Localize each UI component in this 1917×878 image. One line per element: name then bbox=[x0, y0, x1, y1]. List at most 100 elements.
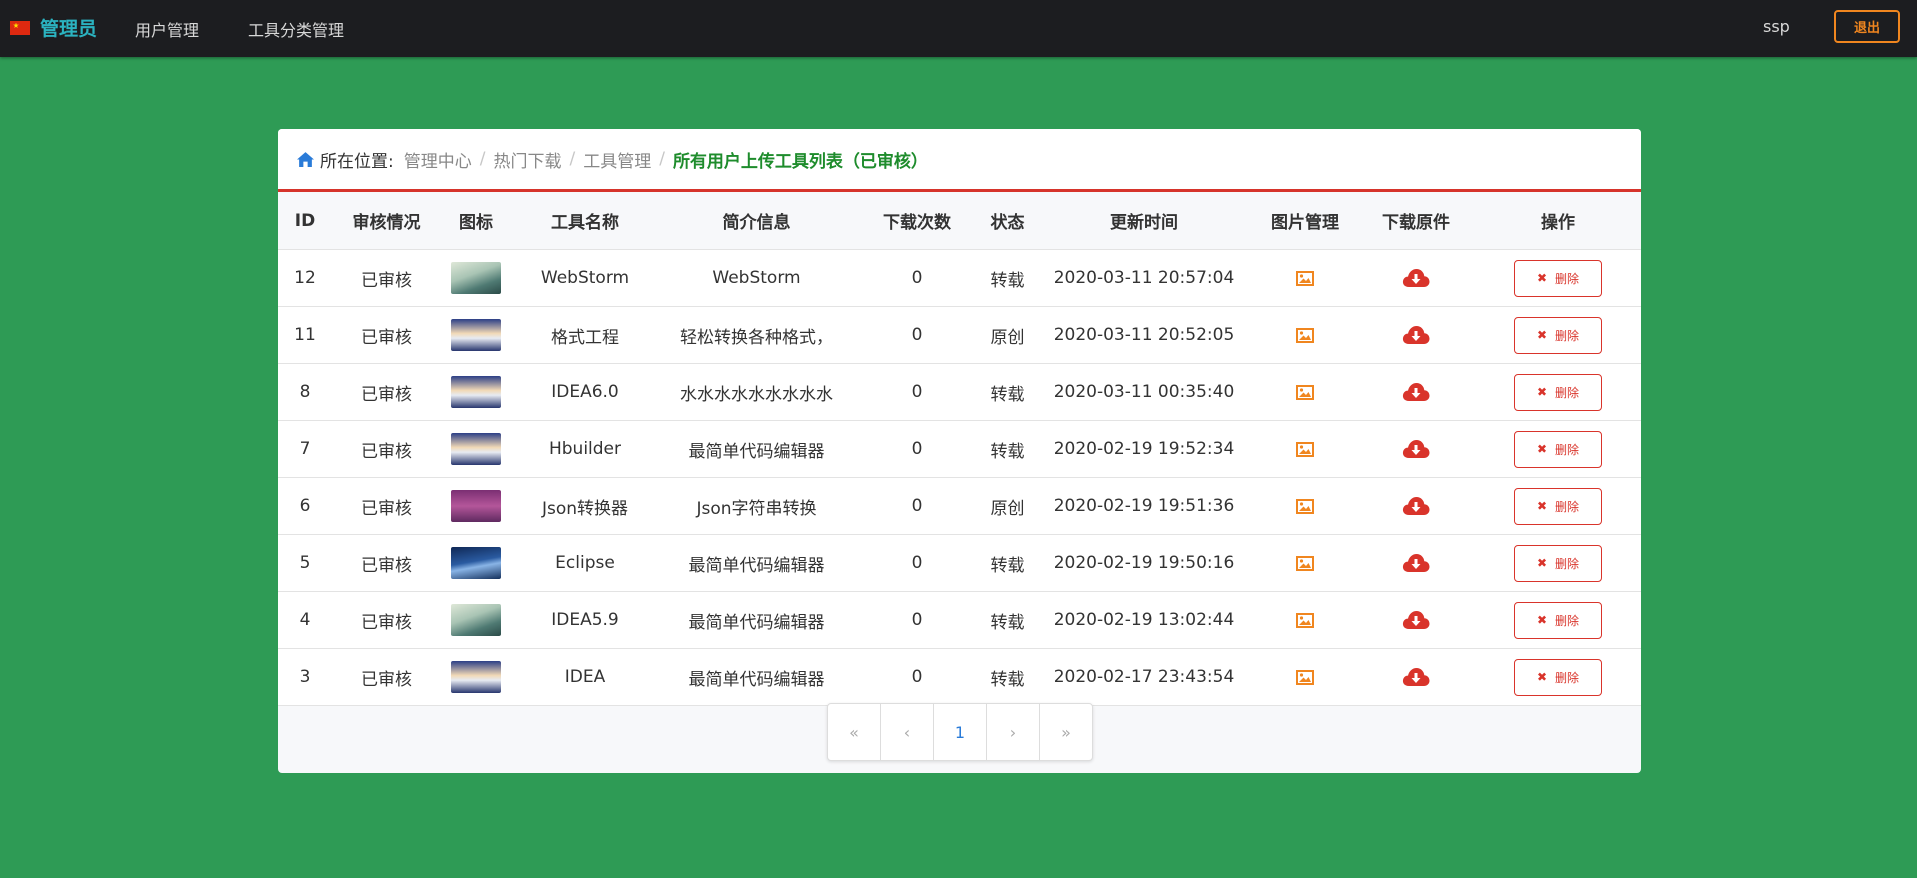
table-header-row: ID 审核情况 图标 工具名称 简介信息 下载次数 状态 更新时间 图片管理 下… bbox=[278, 192, 1641, 250]
image-icon[interactable] bbox=[1296, 327, 1314, 343]
pagination-page-current[interactable]: 1 bbox=[934, 704, 987, 760]
cell-actions: ✖ 删除 bbox=[1475, 249, 1641, 307]
col-header-description: 简介信息 bbox=[659, 192, 854, 250]
delete-button[interactable]: ✖ 删除 bbox=[1514, 430, 1602, 468]
breadcrumb: 所在位置: 管理中心 / 热门下载 / 工具管理 / 所有用户上传工具列表（已审… bbox=[278, 129, 1641, 192]
delete-button[interactable]: ✖ 删除 bbox=[1514, 373, 1602, 411]
cell-audit: 已审核 bbox=[332, 477, 441, 535]
cell-download-original bbox=[1357, 534, 1475, 592]
close-icon: ✖ bbox=[1536, 442, 1548, 456]
breadcrumb-item-tool-management[interactable]: 工具管理 bbox=[583, 147, 651, 172]
brand[interactable]: 管理员 bbox=[10, 14, 97, 41]
cell-actions: ✖ 删除 bbox=[1475, 648, 1641, 706]
tool-thumbnail[interactable] bbox=[451, 604, 501, 636]
close-icon: ✖ bbox=[1536, 556, 1548, 570]
cell-actions: ✖ 删除 bbox=[1475, 534, 1641, 592]
pagination-prev[interactable]: ‹ bbox=[881, 704, 934, 760]
cell-updated: 2020-02-19 19:51:36 bbox=[1035, 477, 1253, 535]
cell-audit: 已审核 bbox=[332, 363, 441, 421]
col-header-tool-name: 工具名称 bbox=[511, 192, 659, 250]
image-icon[interactable] bbox=[1296, 612, 1314, 628]
tools-table: ID 审核情况 图标 工具名称 简介信息 下载次数 状态 更新时间 图片管理 下… bbox=[278, 192, 1641, 706]
cell-icon bbox=[441, 306, 511, 364]
cell-actions: ✖ 删除 bbox=[1475, 420, 1641, 478]
table-row: 12 已审核 WebStorm WebStorm 0 转载 2020-03-11 20:57… bbox=[278, 249, 1641, 307]
tool-thumbnail[interactable] bbox=[451, 490, 501, 522]
nav-user-management[interactable]: 用户管理 bbox=[135, 17, 199, 41]
cell-icon bbox=[441, 591, 511, 649]
tool-thumbnail[interactable] bbox=[451, 547, 501, 579]
cell-tool-name: IDEA6.0 bbox=[511, 363, 659, 421]
cell-image-management bbox=[1253, 477, 1357, 535]
cloud-download-icon[interactable] bbox=[1402, 496, 1430, 516]
cloud-download-icon[interactable] bbox=[1402, 325, 1430, 345]
cloud-download-icon[interactable] bbox=[1402, 667, 1430, 687]
cloud-download-icon[interactable] bbox=[1402, 439, 1430, 459]
cell-image-management bbox=[1253, 363, 1357, 421]
cell-audit: 已审核 bbox=[332, 420, 441, 478]
cell-tool-name: IDEA bbox=[511, 648, 659, 706]
delete-button[interactable]: ✖ 删除 bbox=[1514, 316, 1602, 354]
breadcrumb-separator: / bbox=[569, 149, 576, 169]
top-navbar: 管理员 用户管理 工具分类管理 ssp 退出 bbox=[0, 0, 1917, 57]
cell-description: 轻松转换各种格式， bbox=[659, 306, 854, 364]
cloud-download-icon[interactable] bbox=[1402, 382, 1430, 402]
cell-download-original bbox=[1357, 591, 1475, 649]
tools-panel: 所在位置: 管理中心 / 热门下载 / 工具管理 / 所有用户上传工具列表（已审… bbox=[278, 129, 1641, 773]
pagination-next[interactable]: › bbox=[987, 704, 1040, 760]
breadcrumb-item-hot-downloads[interactable]: 热门下载 bbox=[493, 147, 561, 172]
cell-download-original bbox=[1357, 363, 1475, 421]
cell-description: 最简单代码编辑器 bbox=[659, 648, 854, 706]
cell-tool-name: Eclipse bbox=[511, 534, 659, 592]
image-icon[interactable] bbox=[1296, 270, 1314, 286]
image-icon[interactable] bbox=[1296, 384, 1314, 400]
cloud-download-icon[interactable] bbox=[1402, 268, 1430, 288]
col-header-updated: 更新时间 bbox=[1035, 192, 1253, 250]
cell-tool-name: Json转换器 bbox=[511, 477, 659, 535]
delete-button[interactable]: ✖ 删除 bbox=[1514, 487, 1602, 525]
col-header-id: ID bbox=[278, 192, 332, 250]
image-icon[interactable] bbox=[1296, 498, 1314, 514]
cell-image-management bbox=[1253, 534, 1357, 592]
delete-button[interactable]: ✖ 删除 bbox=[1514, 601, 1602, 639]
cell-updated: 2020-02-19 19:52:34 bbox=[1035, 420, 1253, 478]
cell-icon bbox=[441, 363, 511, 421]
delete-button[interactable]: ✖ 删除 bbox=[1514, 259, 1602, 297]
cell-downloads: 0 bbox=[854, 420, 980, 478]
cell-updated: 2020-02-19 19:50:16 bbox=[1035, 534, 1253, 592]
cell-downloads: 0 bbox=[854, 648, 980, 706]
delete-button[interactable]: ✖ 删除 bbox=[1514, 658, 1602, 696]
cloud-download-icon[interactable] bbox=[1402, 610, 1430, 630]
cell-image-management bbox=[1253, 420, 1357, 478]
image-icon[interactable] bbox=[1296, 669, 1314, 685]
cell-icon bbox=[441, 648, 511, 706]
col-header-audit: 审核情况 bbox=[332, 192, 441, 250]
cell-description: WebStorm bbox=[659, 249, 854, 307]
cell-download-original bbox=[1357, 477, 1475, 535]
breadcrumb-item-admin-center[interactable]: 管理中心 bbox=[404, 147, 472, 172]
delete-button[interactable]: ✖ 删除 bbox=[1514, 544, 1602, 582]
cell-download-original bbox=[1357, 249, 1475, 307]
table-row: 11 已审核 格式工程 轻松转换各种格式， 0 原创 2020-03-11 20:52:05… bbox=[278, 306, 1641, 364]
logout-button[interactable]: 退出 bbox=[1834, 10, 1900, 43]
tool-thumbnail[interactable] bbox=[451, 319, 501, 351]
tool-thumbnail[interactable] bbox=[451, 376, 501, 408]
table-row: 8 已审核 IDEA6.0 水水水水水水水水水 0 转载 2020-03-11 00:35:… bbox=[278, 363, 1641, 421]
cell-image-management bbox=[1253, 648, 1357, 706]
cell-status: 原创 bbox=[980, 477, 1035, 535]
cloud-download-icon[interactable] bbox=[1402, 553, 1430, 573]
image-icon[interactable] bbox=[1296, 441, 1314, 457]
tool-thumbnail[interactable] bbox=[451, 262, 501, 294]
image-icon[interactable] bbox=[1296, 555, 1314, 571]
cell-updated: 2020-02-17 23:43:54 bbox=[1035, 648, 1253, 706]
nav-tool-category-management[interactable]: 工具分类管理 bbox=[248, 17, 344, 41]
pagination-first[interactable]: « bbox=[828, 704, 881, 760]
delete-label: 删除 bbox=[1555, 670, 1580, 685]
tool-thumbnail[interactable] bbox=[451, 433, 501, 465]
tool-thumbnail[interactable] bbox=[451, 661, 501, 693]
delete-label: 删除 bbox=[1555, 613, 1580, 628]
pagination-last[interactable]: » bbox=[1040, 704, 1092, 760]
cell-id: 11 bbox=[278, 306, 332, 364]
breadcrumb-current-page: 所有用户上传工具列表（已审核） bbox=[672, 151, 928, 172]
cell-downloads: 0 bbox=[854, 306, 980, 364]
